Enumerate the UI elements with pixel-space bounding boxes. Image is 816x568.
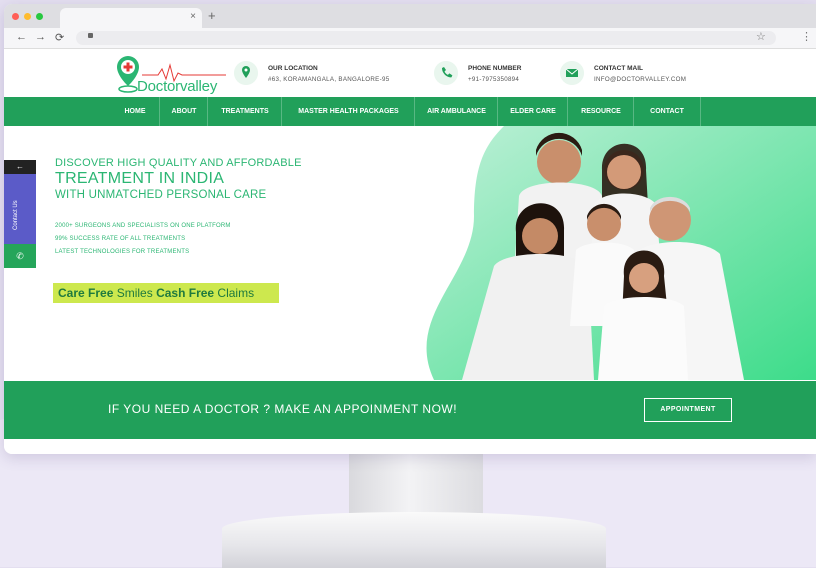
phone-value[interactable]: +91-7975350894 bbox=[468, 76, 519, 83]
claims-text: Claims bbox=[214, 286, 255, 300]
monitor-stand-base bbox=[222, 512, 606, 568]
cta-text: IF YOU NEED A DOCTOR ? MAKE AN APPOINMEN… bbox=[108, 402, 458, 416]
nav-item-about[interactable]: ABOUT bbox=[159, 97, 208, 126]
hero-heading-line2: TREATMENT IN INDIA bbox=[55, 170, 225, 187]
monitor-screen: × + ← → ⟳ ☆ ⋮ Doctorvalley OUR LOCATION … bbox=[4, 4, 816, 454]
appointment-cta-bar: IF YOU NEED A DOCTOR ? MAKE AN APPOINMEN… bbox=[4, 381, 816, 439]
browser-tab[interactable]: × bbox=[60, 8, 202, 28]
smiles-text: Smiles bbox=[113, 286, 157, 300]
back-icon[interactable]: ← bbox=[16, 31, 27, 43]
close-window-dot[interactable] bbox=[12, 13, 19, 20]
mail-icon bbox=[560, 61, 584, 85]
location-pin-icon bbox=[234, 61, 258, 85]
nav-item-treatments[interactable]: TREATMENTS bbox=[207, 97, 282, 126]
hero-heading-line3: WITH UNMATCHED PERSONAL CARE bbox=[55, 189, 267, 201]
lock-icon bbox=[88, 33, 93, 38]
care-free-bold: Care Free bbox=[58, 286, 114, 300]
hero-bullet: 2000+ SURGEONS AND SPECIALISTS ON ONE PL… bbox=[55, 223, 231, 229]
nav-item-air-ambulance[interactable]: AIR AMBULANCE bbox=[414, 97, 498, 126]
nav-item-home[interactable]: HOME bbox=[111, 97, 159, 126]
address-bar: ← → ⟳ ☆ ⋮ bbox=[4, 28, 816, 49]
mail-label: CONTACT MAIL bbox=[594, 65, 643, 72]
hero-bullet: LATEST TECHNOLOGIES FOR TREATMENTS bbox=[55, 249, 190, 255]
browser-tab-bar: × + bbox=[4, 4, 816, 28]
location-label: OUR LOCATION bbox=[268, 65, 318, 72]
cash-free-bold: Cash Free bbox=[156, 286, 215, 300]
mail-value[interactable]: INFO@DOCTORVALLEY.COM bbox=[594, 76, 686, 83]
hero-bullet: 99% SUCCESS RATE OF ALL TREATMENTS bbox=[55, 236, 186, 242]
browser-menu-icon[interactable]: ⋮ bbox=[801, 30, 812, 43]
phone-icon bbox=[434, 61, 458, 85]
url-input[interactable] bbox=[76, 31, 776, 45]
appointment-button[interactable]: APPOINTMENT bbox=[644, 398, 732, 422]
whatsapp-icon[interactable]: ✆ bbox=[4, 244, 36, 268]
bookmark-star-icon[interactable]: ☆ bbox=[756, 30, 766, 43]
location-value: #63, KORAMANGALA, BANGALORE-95 bbox=[268, 76, 390, 83]
care-free-banner: Care Free Smiles Cash Free Claims bbox=[53, 283, 279, 303]
forward-icon[interactable]: → bbox=[35, 31, 46, 43]
tab-close-icon[interactable]: × bbox=[190, 11, 196, 22]
nav-item-elder-care[interactable]: ELDER CARE bbox=[497, 97, 568, 126]
nav-item-master-health-packages[interactable]: MASTER HEALTH PACKAGES bbox=[281, 97, 415, 126]
contact-us-label: Contact Us bbox=[13, 200, 19, 230]
nav-item-resource[interactable]: RESOURCE bbox=[567, 97, 634, 126]
minimize-window-dot[interactable] bbox=[24, 13, 31, 20]
main-nav: HOME ABOUT TREATMENTS MASTER HEALTH PACK… bbox=[4, 97, 816, 126]
hero-banner: DISCOVER HIGH QUALITY AND AFFORDABLE TRE… bbox=[4, 126, 816, 380]
nav-item-contact[interactable]: CONTACT bbox=[633, 97, 701, 126]
monitor-stand-neck bbox=[349, 452, 483, 520]
phone-label: PHONE NUMBER bbox=[468, 65, 522, 72]
logo-text: Doctorvalley bbox=[137, 78, 218, 95]
contact-side-tab[interactable]: ← Contact Us ✆ bbox=[4, 160, 36, 268]
new-tab-icon[interactable]: + bbox=[208, 8, 216, 23]
hero-heading-line1: DISCOVER HIGH QUALITY AND AFFORDABLE bbox=[55, 157, 302, 169]
contact-us-tab[interactable]: Contact Us bbox=[4, 174, 36, 244]
reload-icon[interactable]: ⟳ bbox=[55, 31, 64, 44]
maximize-window-dot[interactable] bbox=[36, 13, 43, 20]
website: Doctorvalley OUR LOCATION #63, KORAMANGA… bbox=[4, 49, 816, 454]
side-tab-arrow-icon[interactable]: ← bbox=[4, 160, 36, 174]
